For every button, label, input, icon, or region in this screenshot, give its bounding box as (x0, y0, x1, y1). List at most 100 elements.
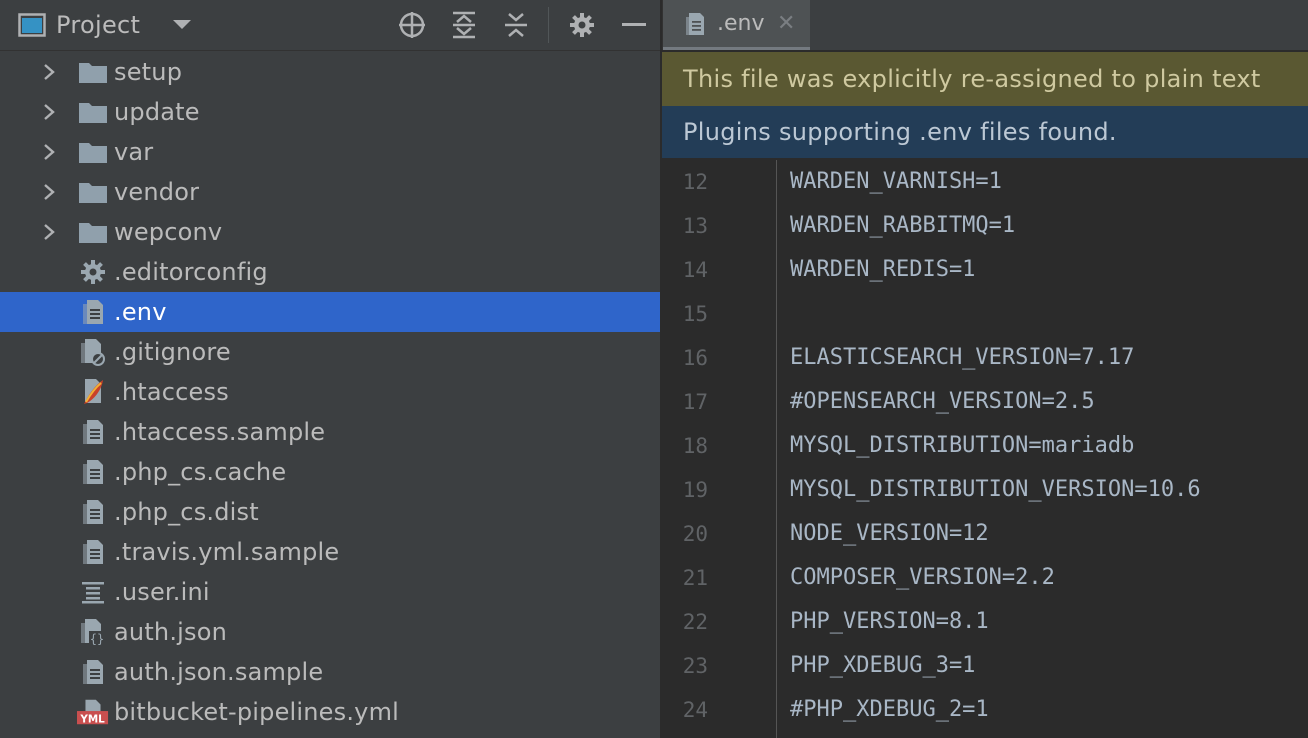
line-number: 23 (682, 654, 708, 678)
tree-file-row[interactable]: .gitignore (0, 332, 660, 372)
line-number: 19 (682, 478, 708, 502)
line-number: 21 (682, 566, 708, 590)
chevron-down-icon[interactable] (170, 0, 194, 50)
line-content[interactable]: WARDEN_VARNISH=1 (790, 160, 1002, 204)
tree-file-row[interactable]: .htaccess.sample (0, 412, 660, 452)
expand-all-icon[interactable] (449, 0, 479, 50)
tree-file-row[interactable]: .php_cs.cache (0, 452, 660, 492)
editor-area: .env ✕ This file was explicitly re-assig… (662, 0, 1308, 738)
tree-item-label: wepconv (114, 218, 223, 246)
line-content[interactable]: #PHP_XDEBUG_2=1 (790, 688, 989, 732)
tree-item-label: update (114, 98, 200, 126)
text-file-icon (77, 452, 109, 492)
tree-file-row[interactable]: .env (0, 292, 660, 332)
tree-file-row[interactable]: {} auth.json (0, 612, 660, 652)
line-content[interactable]: PHP_XDEBUG_3=1 (790, 644, 975, 688)
tree-item-label: .env (114, 298, 167, 326)
code-line[interactable]: 18 MYSQL_DISTRIBUTION=mariadb (662, 424, 1308, 468)
plain-text-notification-text: This file was explicitly re-assigned to … (683, 65, 1261, 93)
tree-folder-row[interactable]: wepconv (0, 212, 660, 252)
line-content[interactable]: WARDEN_RABBITMQ=1 (790, 204, 1015, 248)
collapse-all-icon[interactable] (501, 0, 531, 50)
chevron-right-icon[interactable] (42, 52, 60, 92)
tree-item-label: .user.ini (114, 578, 210, 606)
ignore-file-icon (77, 332, 109, 372)
tree-item-label: vendor (114, 178, 200, 206)
code-line[interactable]: 22 PHP_VERSION=8.1 (662, 600, 1308, 644)
tree-folder-row[interactable]: vendor (0, 172, 660, 212)
project-tool-window: Project setup update var vendor wepconv … (0, 0, 660, 738)
code-line[interactable]: 14 WARDEN_REDIS=1 (662, 248, 1308, 292)
tree-file-row[interactable]: .travis.yml.sample (0, 532, 660, 572)
code-line[interactable]: 21 COMPOSER_VERSION=2.2 (662, 556, 1308, 600)
line-content[interactable]: WARDEN_REDIS=1 (790, 248, 975, 292)
code-line[interactable]: 23 PHP_XDEBUG_3=1 (662, 644, 1308, 688)
tree-folder-row[interactable]: update (0, 92, 660, 132)
tree-file-row[interactable]: .php_cs.dist (0, 492, 660, 532)
tree-folder-row[interactable]: setup (0, 52, 660, 92)
code-editor[interactable]: 12 WARDEN_VARNISH=1 13 WARDEN_RABBITMQ=1 14 W… (662, 160, 1308, 738)
tree-file-row[interactable]: auth.json.sample (0, 652, 660, 692)
line-content[interactable]: MYSQL_DISTRIBUTION_VERSION=10.6 (790, 468, 1201, 512)
tree-item-label: auth.json (114, 618, 228, 646)
tree-file-row[interactable]: .user.ini (0, 572, 660, 612)
code-line[interactable]: 15 (662, 292, 1308, 336)
code-line[interactable]: 12 WARDEN_VARNISH=1 (662, 160, 1308, 204)
line-content[interactable]: COMPOSER_VERSION=2.2 (790, 556, 1055, 600)
line-number: 12 (682, 170, 708, 194)
line-content[interactable]: NODE_VERSION=12 (790, 512, 989, 556)
toolbar-divider (548, 7, 549, 43)
tree-file-row[interactable]: YML bitbucket-pipelines.yml (0, 692, 660, 732)
tab-label: .env (717, 11, 765, 36)
line-content[interactable]: ELASTICSEARCH_VERSION=7.17 (790, 336, 1134, 380)
plugins-notification: Plugins supporting .env files found. (662, 106, 1308, 158)
text-file-icon (77, 532, 109, 572)
code-line[interactable]: 24 #PHP_XDEBUG_2=1 (662, 688, 1308, 732)
chevron-right-icon[interactable] (42, 132, 60, 172)
project-header: Project (0, 0, 660, 51)
tab-env[interactable]: .env ✕ (663, 0, 810, 50)
text-file-icon (77, 292, 109, 332)
svg-text:YML: YML (79, 713, 105, 725)
tree-item-label: auth.json.sample (114, 658, 324, 686)
minimize-icon[interactable] (621, 0, 647, 50)
chevron-right-icon[interactable] (42, 92, 60, 132)
folder-icon (77, 52, 109, 92)
chevron-right-icon[interactable] (42, 172, 60, 212)
line-content[interactable]: PHP_VERSION=8.1 (790, 600, 989, 644)
tree-file-row[interactable]: .htaccess (0, 372, 660, 412)
gear-icon[interactable] (567, 0, 597, 50)
code-line[interactable]: 17 #OPENSEARCH_VERSION=2.5 (662, 380, 1308, 424)
project-tree: setup update var vendor wepconv .editorconfig… (0, 52, 660, 732)
text-file-icon (77, 412, 109, 452)
line-number: 13 (682, 214, 708, 238)
tree-file-row[interactable]: .editorconfig (0, 252, 660, 292)
apache-feather-icon (77, 372, 109, 412)
code-line[interactable]: 16 ELASTICSEARCH_VERSION=7.17 (662, 336, 1308, 380)
close-icon[interactable]: ✕ (777, 0, 795, 47)
chevron-right-icon[interactable] (42, 212, 60, 252)
tree-item-label: .editorconfig (114, 258, 268, 286)
yml-file-icon: YML (77, 692, 109, 732)
tree-folder-row[interactable]: var (0, 132, 660, 172)
line-content[interactable]: MYSQL_DISTRIBUTION=mariadb (790, 424, 1134, 468)
tree-item-label: .gitignore (114, 338, 231, 366)
line-content[interactable]: #OPENSEARCH_VERSION=2.5 (790, 380, 1095, 424)
line-number: 18 (682, 434, 708, 458)
code-line[interactable]: 19 MYSQL_DISTRIBUTION_VERSION=10.6 (662, 468, 1308, 512)
line-number: 14 (682, 258, 708, 282)
line-number: 17 (682, 390, 708, 414)
folder-icon (77, 132, 109, 172)
tree-item-label: .php_cs.cache (114, 458, 287, 486)
crosshair-icon[interactable] (396, 0, 428, 50)
line-number: 20 (682, 522, 708, 546)
tree-item-label: .htaccess (114, 378, 229, 406)
folder-icon (77, 92, 109, 132)
ini-file-icon (77, 572, 109, 612)
code-line[interactable]: 13 WARDEN_RABBITMQ=1 (662, 204, 1308, 248)
project-view-title[interactable]: Project (56, 0, 140, 50)
code-line[interactable]: 20 NODE_VERSION=12 (662, 512, 1308, 556)
line-number: 15 (682, 302, 708, 326)
tree-item-label: .htaccess.sample (114, 418, 326, 446)
text-file-icon (685, 12, 705, 40)
